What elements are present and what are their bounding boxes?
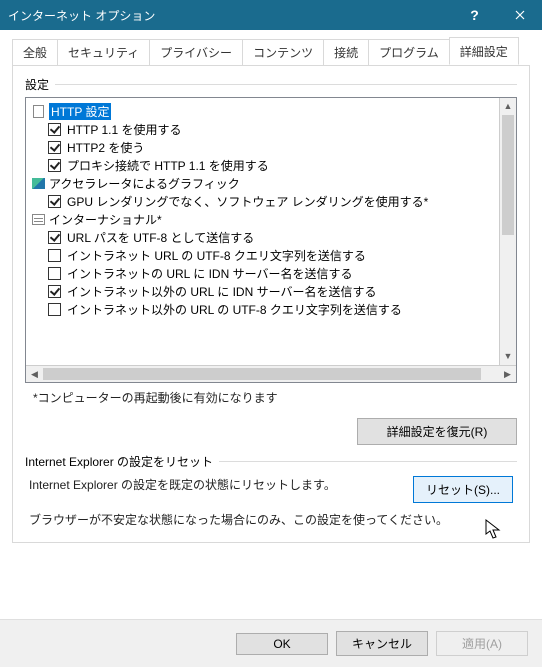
tab-4[interactable]: 接続 [323,39,369,65]
tab-5[interactable]: プログラム [368,39,450,65]
reset-description: Internet Explorer の設定を既定の状態にリセットします。 [29,476,401,494]
tree-group-label: アクセラレータによるグラフィック [49,175,240,192]
tree-item[interactable]: HTTP2 を使う [30,138,499,156]
reset-warning: ブラウザーが不安定な状態になった場合にのみ、この設定を使ってください。 [29,511,513,528]
checkbox[interactable] [48,285,61,298]
tree-item-label: イントラネット以外の URL に IDN サーバー名を送信する [67,283,376,300]
tab-6[interactable]: 詳細設定 [449,37,519,65]
chevron-up-icon: ▲ [504,102,513,111]
scroll-right-button[interactable]: ▶ [499,366,516,382]
titlebar[interactable]: インターネット オプション ? [0,0,542,30]
tab-1[interactable]: セキュリティ [57,39,150,65]
tree-item-label: イントラネット URL の UTF-8 クエリ文字列を送信する [67,247,366,264]
tab-0[interactable]: 全般 [12,39,58,65]
checkbox[interactable] [48,195,61,208]
tree-item[interactable]: URL パスを UTF-8 として送信する [30,228,499,246]
accelerator-icon [32,177,45,190]
checkbox[interactable] [48,159,61,172]
vertical-scrollbar[interactable]: ▲ ▼ [499,98,516,365]
scroll-up-button[interactable]: ▲ [500,98,516,115]
tree-item[interactable]: HTTP 1.1 を使用する [30,120,499,138]
scroll-down-button[interactable]: ▼ [500,348,516,365]
tree-group-label: HTTP 設定 [49,103,111,120]
window-title: インターネット オプション [0,7,452,24]
close-button[interactable] [497,0,542,30]
checkbox[interactable] [48,249,61,262]
checkbox[interactable] [48,123,61,136]
dialog-footer: OK キャンセル 適用(A) [0,619,542,667]
tree-item-label: プロキシ接続で HTTP 1.1 を使用する [67,157,269,174]
scroll-thumb[interactable] [502,115,514,235]
hscroll-thumb[interactable] [43,368,481,380]
cancel-button[interactable]: キャンセル [336,631,428,656]
scroll-left-button[interactable]: ◀ [26,366,43,382]
horizontal-scrollbar[interactable]: ◀ ▶ [26,365,516,382]
tree-item-label: URL パスを UTF-8 として送信する [67,229,254,246]
chevron-right-icon: ▶ [504,370,511,379]
checkbox[interactable] [48,231,61,244]
tree-item-label: イントラネットの URL に IDN サーバー名を送信する [67,265,352,282]
settings-tree: HTTP 設定HTTP 1.1 を使用するHTTP2 を使うプロキシ接続で HT… [25,97,517,383]
checkbox[interactable] [48,303,61,316]
tree-item[interactable]: プロキシ接続で HTTP 1.1 を使用する [30,156,499,174]
tree-item-label: HTTP 1.1 を使用する [67,121,181,138]
close-icon [515,10,525,20]
tree-item-label: HTTP2 を使う [67,139,144,156]
chevron-left-icon: ◀ [31,370,38,379]
scroll-track[interactable] [500,115,516,348]
reset-legend: Internet Explorer の設定をリセット [25,453,219,470]
tree-item-label: イントラネット以外の URL の UTF-8 クエリ文字列を送信する [67,301,402,318]
tree-item[interactable]: イントラネット以外の URL の UTF-8 クエリ文字列を送信する [30,300,499,318]
help-button[interactable]: ? [452,0,497,30]
tree-content[interactable]: HTTP 設定HTTP 1.1 を使用するHTTP2 を使うプロキシ接続で HT… [26,98,499,365]
document-icon [32,105,45,118]
tree-item[interactable]: イントラネット URL の UTF-8 クエリ文字列を送信する [30,246,499,264]
tree-item[interactable]: イントラネットの URL に IDN サーバー名を送信する [30,264,499,282]
tree-item[interactable]: イントラネット以外の URL に IDN サーバー名を送信する [30,282,499,300]
international-icon [32,213,45,226]
tree-group-header[interactable]: インターナショナル* [30,210,499,228]
settings-fieldset: 設定 HTTP 設定HTTP 1.1 を使用するHTTP2 を使うプロキシ接続で… [25,84,517,445]
help-icon: ? [470,7,479,23]
reset-button[interactable]: リセット(S)... [413,476,513,503]
ok-button[interactable]: OK [236,633,328,655]
chevron-down-icon: ▼ [504,352,513,361]
tree-item-label: GPU レンダリングでなく、ソフトウェア レンダリングを使用する* [67,193,428,210]
checkbox[interactable] [48,267,61,280]
restore-defaults-button[interactable]: 詳細設定を復元(R) [357,418,517,445]
tree-group-header[interactable]: アクセラレータによるグラフィック [30,174,499,192]
checkbox[interactable] [48,141,61,154]
tab-2[interactable]: プライバシー [149,39,243,65]
settings-legend: 設定 [25,76,55,93]
reset-fieldset: Internet Explorer の設定をリセット Internet Expl… [25,461,517,528]
tab-strip: 全般セキュリティプライバシーコンテンツ接続プログラム詳細設定 [12,39,530,66]
apply-button: 適用(A) [436,631,528,656]
tree-group-label: インターナショナル* [49,211,162,228]
tab-panel-advanced: 設定 HTTP 設定HTTP 1.1 を使用するHTTP2 を使うプロキシ接続で… [12,65,530,543]
tab-3[interactable]: コンテンツ [242,39,324,65]
tree-group-header[interactable]: HTTP 設定 [30,102,499,120]
tree-item[interactable]: GPU レンダリングでなく、ソフトウェア レンダリングを使用する* [30,192,499,210]
restart-note: *コンピューターの再起動後に有効になります [33,389,517,406]
hscroll-track[interactable] [43,366,499,382]
